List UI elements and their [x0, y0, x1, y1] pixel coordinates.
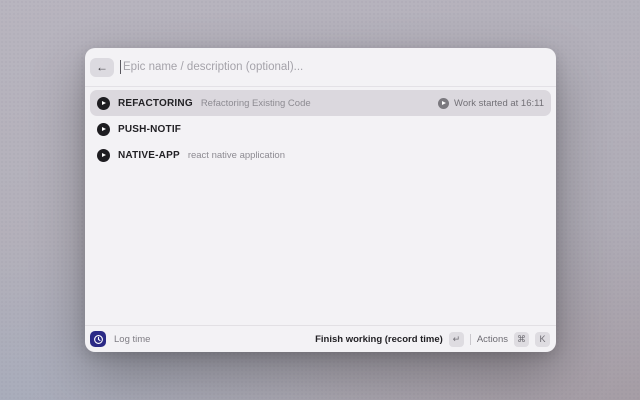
cmd-keycap: ⌘ [514, 332, 529, 347]
actions-menu-button[interactable]: Actions [477, 334, 508, 345]
epic-title: PUSH-NOTIF [118, 124, 181, 135]
footer-bar: Log time Finish working (record time) ↵ … [85, 325, 556, 352]
footer-actions: Finish working (record time) ↵ Actions ⌘… [315, 332, 550, 347]
list-item-push-notif[interactable]: PUSH-NOTIF [90, 116, 551, 142]
work-started-text: Work started at 16:11 [454, 98, 544, 109]
epic-title: NATIVE-APP [118, 150, 180, 161]
footer-divider [470, 334, 471, 345]
primary-action-button[interactable]: Finish working (record time) [315, 334, 443, 345]
extension-name-label: Log time [114, 334, 150, 345]
k-keycap: K [535, 332, 550, 347]
play-icon [97, 97, 110, 110]
work-status-accessory: Work started at 16:11 [438, 98, 544, 109]
epic-subtitle: react native application [188, 150, 285, 161]
epic-subtitle: Refactoring Existing Code [201, 98, 311, 109]
enter-keycap: ↵ [449, 332, 464, 347]
desktop: { "colors": { "accent_indigo": "#2b2a86"… [0, 0, 640, 400]
play-icon [97, 149, 110, 162]
search-input[interactable] [121, 61, 546, 73]
back-arrow-icon: ← [96, 61, 108, 73]
command-palette-window: ← REFACTORING Refactoring Existing Code … [85, 48, 556, 352]
list-item-refactoring[interactable]: REFACTORING Refactoring Existing Code Wo… [90, 90, 551, 116]
epic-list: REFACTORING Refactoring Existing Code Wo… [85, 87, 556, 325]
play-icon [438, 98, 449, 109]
play-icon [97, 123, 110, 136]
epic-title: REFACTORING [118, 98, 193, 109]
log-time-clock-icon [90, 331, 106, 347]
list-item-native-app[interactable]: NATIVE-APP react native application [90, 142, 551, 168]
search-bar: ← [85, 48, 556, 87]
back-button[interactable]: ← [90, 58, 114, 77]
